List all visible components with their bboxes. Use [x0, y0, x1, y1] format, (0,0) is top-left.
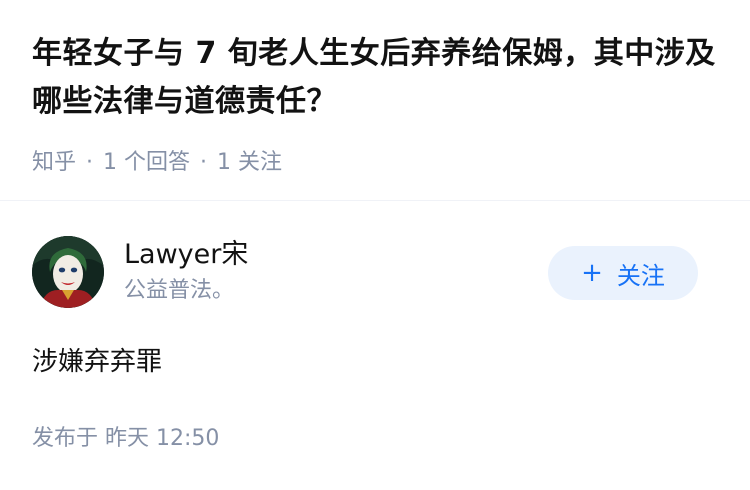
answer-count[interactable]: 1 个回答 — [103, 150, 190, 175]
plus-icon: + — [581, 258, 603, 288]
avatar[interactable] — [32, 236, 104, 308]
section-divider — [0, 200, 750, 201]
follow-button[interactable]: + 关注 — [548, 246, 698, 300]
author-name[interactable]: Lawyer宋 — [124, 238, 248, 272]
source-label[interactable]: 知乎 — [32, 150, 76, 175]
published-time: 发布于 昨天 12:50 — [32, 426, 220, 451]
answer-content[interactable]: 涉嫌弃弃罪 — [32, 344, 162, 380]
follow-button-label: 关注 — [616, 261, 665, 290]
author-bio: 公益普法。 — [124, 278, 235, 303]
meta-separator: · — [200, 150, 208, 175]
question-meta: 知乎 · 1 个回答 · 1 关注 — [32, 144, 282, 176]
follow-count[interactable]: 1 关注 — [217, 150, 282, 175]
question-title[interactable]: 年轻女子与 7 旬老人生女后弃养给保姆，其中涉及哪些法律与道德责任？ — [32, 30, 722, 126]
joker-portrait-avatar-icon — [32, 236, 104, 308]
meta-separator: · — [86, 150, 94, 175]
question-header: 年轻女子与 7 旬老人生女后弃养给保姆，其中涉及哪些法律与道德责任？ 知乎 · 1 … — [32, 30, 722, 175]
